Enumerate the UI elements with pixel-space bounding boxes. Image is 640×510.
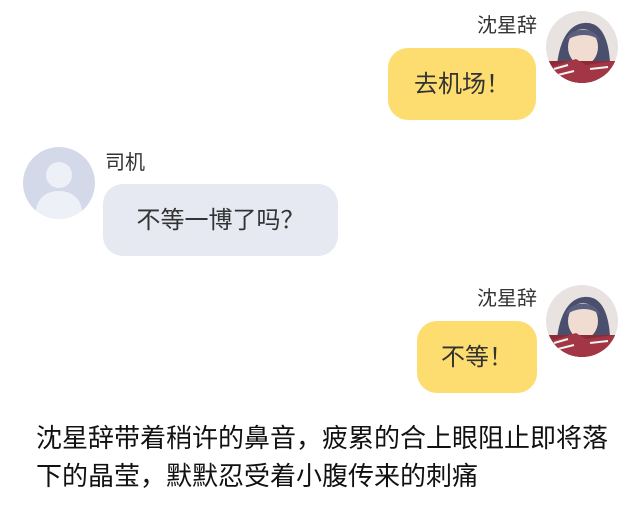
user-photo-avatar[interactable] bbox=[546, 285, 618, 357]
user-photo-avatar[interactable] bbox=[546, 11, 618, 83]
avatar-photo-icon bbox=[546, 285, 618, 357]
sender-name: 沈星辞 bbox=[477, 286, 537, 310]
sender-name: 司机 bbox=[105, 150, 145, 174]
message-bubble: 不等一博了吗？ bbox=[103, 184, 338, 256]
avatar-photo-icon bbox=[546, 11, 618, 83]
person-silhouette-icon bbox=[23, 147, 95, 219]
default-person-avatar[interactable] bbox=[23, 147, 95, 219]
narration-text: 沈星辞带着稍许的鼻音，疲累的合上眼阻止即将落下的晶莹，默默忍受着小腹传来的刺痛 bbox=[36, 424, 609, 492]
sender-name: 沈星辞 bbox=[477, 13, 537, 37]
message-bubble: 不等！ bbox=[417, 321, 537, 393]
message-bubble: 去机场！ bbox=[388, 48, 536, 120]
